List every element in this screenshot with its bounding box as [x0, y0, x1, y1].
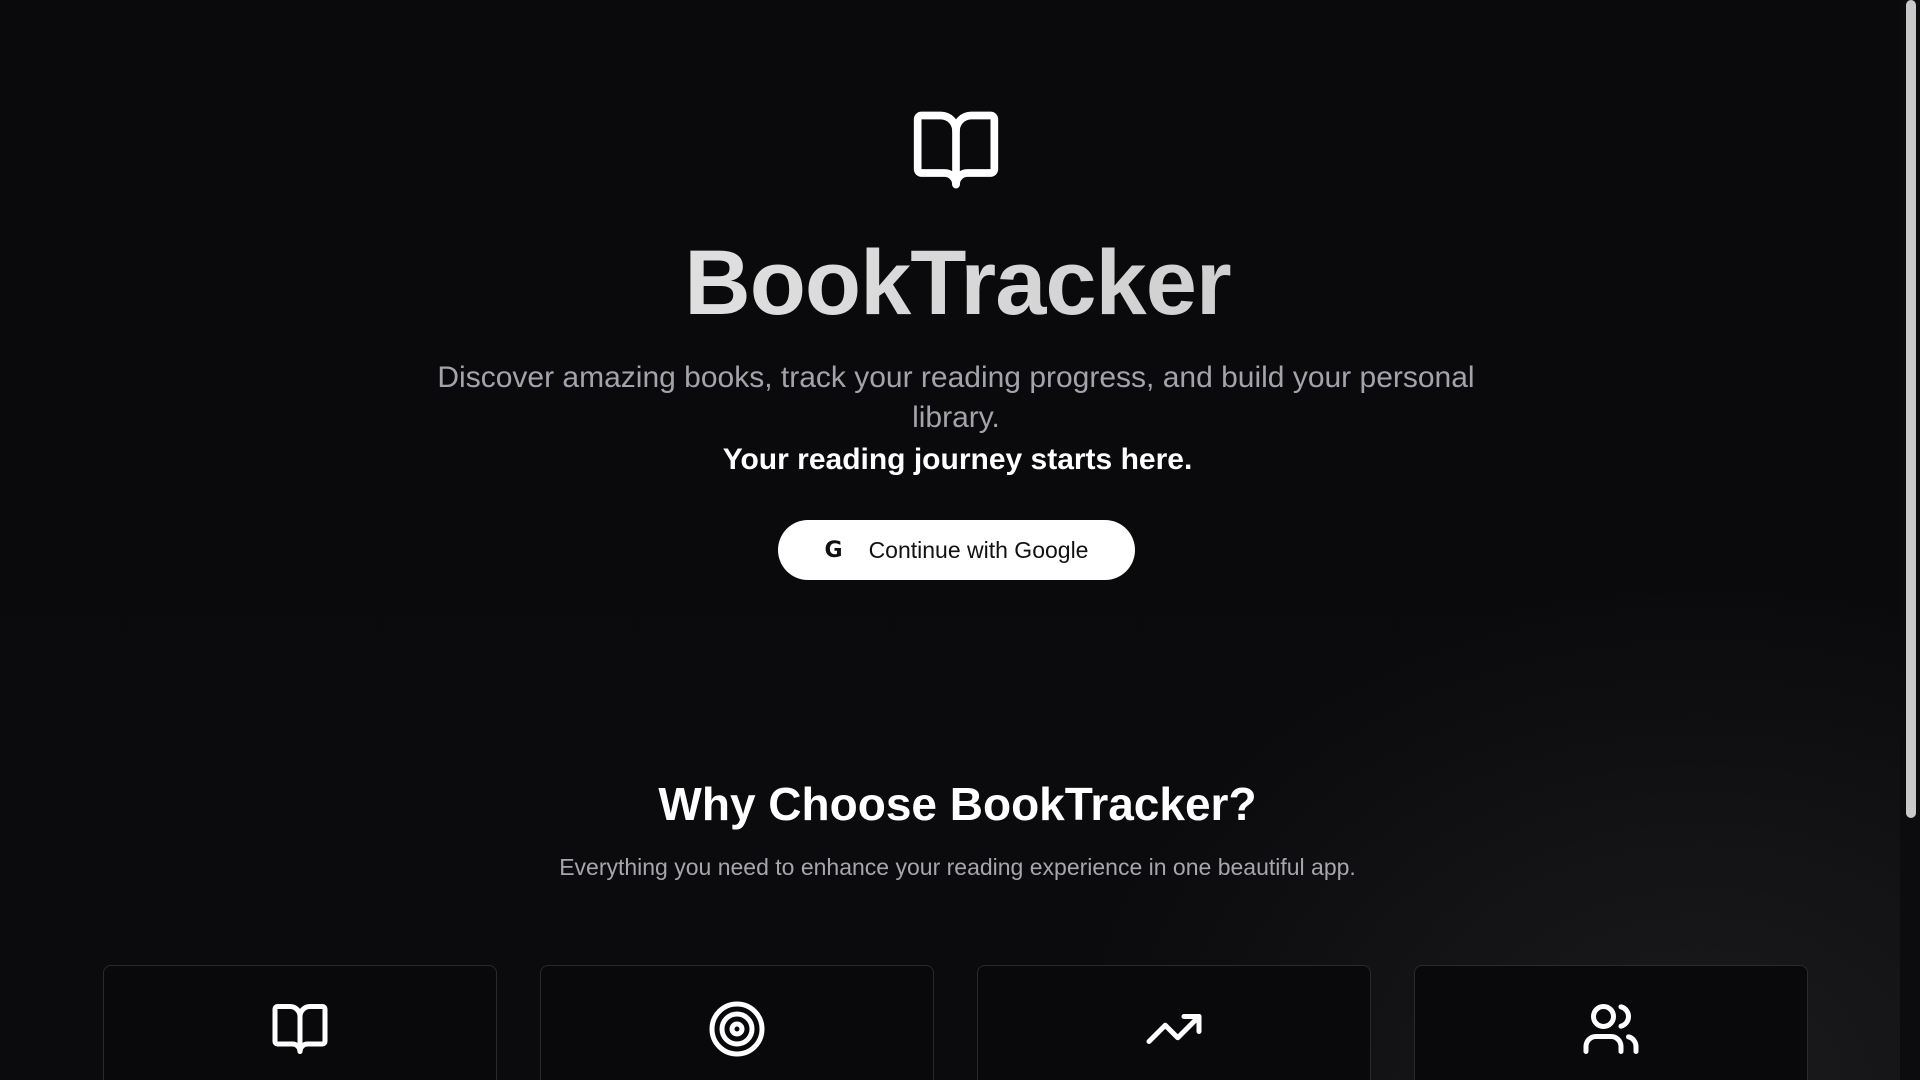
google-g-icon: G — [824, 537, 843, 563]
features-title: Why Choose BookTracker? — [658, 778, 1257, 830]
landing-page: BookTracker Discover amazing books, trac… — [0, 0, 1900, 1080]
target-icon — [709, 1001, 765, 1057]
features-subtitle: Everything you need to enhance your read… — [559, 854, 1356, 880]
app-subtitle: Discover amazing books, track your readi… — [437, 361, 1475, 434]
trending-up-icon — [1146, 1014, 1202, 1044]
book-open-icon — [272, 1004, 328, 1054]
continue-with-google-button[interactable]: G Continue with Google — [778, 520, 1135, 580]
app-tagline: Your reading journey starts here. — [722, 443, 1193, 476]
scrollbar-thumb[interactable] — [1906, 0, 1916, 818]
users-icon — [1583, 1004, 1639, 1054]
feature-card-progress — [977, 965, 1371, 1080]
feature-card-community — [1414, 965, 1808, 1080]
feature-card-goals — [540, 965, 934, 1080]
page-scrollbar[interactable] — [1900, 0, 1920, 1080]
google-button-label: Continue with Google — [868, 536, 1089, 563]
feature-card-library — [103, 965, 497, 1080]
app-title: BookTracker — [0, 228, 1900, 338]
book-open-icon — [913, 111, 999, 189]
